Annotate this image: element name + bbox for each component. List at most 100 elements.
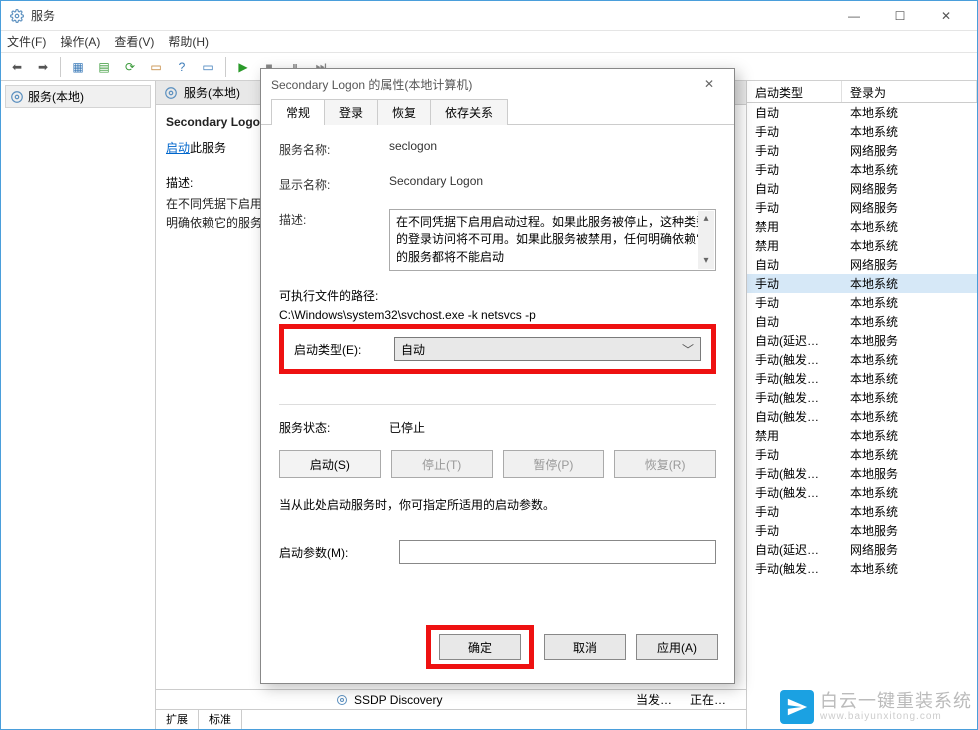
tree-node-services-local[interactable]: 服务(本地) [5, 85, 151, 108]
start-service-button[interactable]: ▶ [231, 56, 255, 78]
table-row[interactable]: 禁用本地系统 [747, 426, 977, 445]
back-button[interactable]: ⬅ [5, 56, 29, 78]
cell-startup-type: 手动 [747, 275, 842, 292]
cell-logon-as: 本地系统 [842, 484, 977, 501]
table-row[interactable]: 手动网络服务 [747, 141, 977, 160]
scrollbar[interactable]: ▴▾ [698, 211, 714, 269]
export-button[interactable]: ▤ [92, 56, 116, 78]
watermark-url: www.baiyunxitong.com [820, 711, 942, 722]
ok-button[interactable]: 确定 [439, 634, 521, 660]
row-running: 正在… [690, 691, 726, 708]
table-row[interactable]: 手动(触发…本地服务 [747, 464, 977, 483]
tree-node-label: 服务(本地) [28, 88, 84, 105]
cell-startup-type: 自动 [747, 313, 842, 330]
start-button[interactable]: 启动(S) [279, 450, 381, 478]
properties-button[interactable]: ▭ [144, 56, 168, 78]
col-startup-type[interactable]: 启动类型 [747, 81, 842, 102]
cell-startup-type: 自动 [747, 104, 842, 121]
table-row[interactable]: 手动(触发…本地系统 [747, 350, 977, 369]
menu-view[interactable]: 查看(V) [114, 33, 154, 50]
cell-logon-as: 网络服务 [842, 256, 977, 273]
table-row[interactable]: 自动(延迟…本地服务 [747, 331, 977, 350]
cell-startup-type: 自动(延迟… [747, 332, 842, 349]
cell-logon-as: 本地系统 [842, 408, 977, 425]
table-row[interactable]: 手动本地系统 [747, 445, 977, 464]
table-row[interactable]: 手动本地系统 [747, 160, 977, 179]
menu-action[interactable]: 操作(A) [60, 33, 100, 50]
table-row[interactable]: 禁用本地系统 [747, 236, 977, 255]
separator [60, 57, 61, 77]
forward-button[interactable]: ➡ [31, 56, 55, 78]
tab-standard[interactable]: 标准 [199, 710, 242, 729]
cell-logon-as: 本地系统 [842, 370, 977, 387]
menu-help[interactable]: 帮助(H) [168, 33, 209, 50]
right-list: 启动类型 登录为 自动本地系统手动本地系统手动网络服务手动本地系统自动网络服务手… [747, 81, 977, 729]
cell-logon-as: 本地系统 [842, 560, 977, 577]
apply-button[interactable]: 应用(A) [636, 634, 718, 660]
col-logon-as[interactable]: 登录为 [842, 81, 977, 102]
cell-startup-type: 手动(触发… [747, 370, 842, 387]
cell-logon-as: 本地系统 [842, 161, 977, 178]
start-service-link[interactable]: 启动 [166, 141, 190, 155]
cell-startup-type: 自动 [747, 180, 842, 197]
table-row[interactable]: 手动本地系统 [747, 122, 977, 141]
close-button[interactable]: ✕ [923, 2, 969, 30]
divider [279, 404, 716, 405]
cell-startup-type: 禁用 [747, 427, 842, 444]
table-row[interactable]: 禁用本地系统 [747, 217, 977, 236]
table-row[interactable]: 自动网络服务 [747, 179, 977, 198]
table-row[interactable]: 手动(触发…本地系统 [747, 483, 977, 502]
table-row[interactable]: 手动(触发…本地系统 [747, 388, 977, 407]
table-row[interactable]: 自动本地系统 [747, 103, 977, 122]
table-row[interactable]: 自动本地系统 [747, 312, 977, 331]
tab-extended[interactable]: 扩展 [156, 710, 199, 729]
menu-file[interactable]: 文件(F) [7, 33, 46, 50]
list-visible-row[interactable]: SSDP Discovery 当发… 正在… [156, 689, 746, 709]
cell-logon-as: 本地系统 [842, 294, 977, 311]
minimize-button[interactable]: — [831, 2, 877, 30]
tab-general[interactable]: 常规 [271, 99, 325, 125]
chevron-down-icon: ﹀ [682, 341, 694, 358]
table-row[interactable]: 手动本地系统 [747, 293, 977, 312]
show-hide-tree-button[interactable]: ▦ [66, 56, 90, 78]
description-textbox[interactable]: 在不同凭据下启用启动过程。如果此服务被停止，这种类型的登录访问将不可用。如果此服… [389, 209, 716, 271]
dialog-title: Secondary Logon 的属性(本地计算机) [271, 76, 694, 93]
tab-recovery[interactable]: 恢复 [377, 99, 431, 125]
table-row[interactable]: 手动本地服务 [747, 521, 977, 540]
cell-startup-type: 手动 [747, 123, 842, 140]
table-row[interactable]: 手动本地系统 [747, 502, 977, 521]
help-button[interactable]: ? [170, 56, 194, 78]
detail-tabs: 扩展 标准 [156, 709, 746, 729]
scroll-up-icon[interactable]: ▴ [698, 211, 714, 227]
start-params-input[interactable] [399, 540, 716, 564]
list-body[interactable]: 自动本地系统手动本地系统手动网络服务手动本地系统自动网络服务手动网络服务禁用本地… [747, 103, 977, 729]
table-row[interactable]: 手动网络服务 [747, 198, 977, 217]
tab-dependencies[interactable]: 依存关系 [430, 99, 508, 125]
table-row[interactable]: 自动(延迟…网络服务 [747, 540, 977, 559]
dialog-close-button[interactable]: ✕ [694, 71, 724, 97]
table-row[interactable]: 自动网络服务 [747, 255, 977, 274]
stop-button: 停止(T) [391, 450, 493, 478]
cancel-button[interactable]: 取消 [544, 634, 626, 660]
help2-button[interactable]: ▭ [196, 56, 220, 78]
table-row[interactable]: 手动(触发…本地系统 [747, 559, 977, 578]
watermark-text: 白云一键重装系统 [820, 692, 972, 712]
refresh-button[interactable]: ⟳ [118, 56, 142, 78]
startup-type-dropdown[interactable]: 自动 ﹀ [394, 337, 701, 361]
cell-startup-type: 手动(触发… [747, 484, 842, 501]
properties-dialog: Secondary Logon 的属性(本地计算机) ✕ 常规 登录 恢复 依存… [260, 68, 735, 684]
cell-startup-type: 禁用 [747, 218, 842, 235]
table-row[interactable]: 手动(触发…本地系统 [747, 369, 977, 388]
scroll-down-icon[interactable]: ▾ [698, 253, 714, 269]
cell-logon-as: 本地服务 [842, 522, 977, 539]
middle-header-label: 服务(本地) [184, 84, 240, 101]
table-row[interactable]: 自动(触发…本地系统 [747, 407, 977, 426]
tab-logon[interactable]: 登录 [324, 99, 378, 125]
description-value: 在不同凭据下启用启动过程。如果此服务被停止，这种类型的登录访问将不可用。如果此服… [396, 215, 708, 264]
maximize-button[interactable]: ☐ [877, 2, 923, 30]
startup-type-value: 自动 [401, 341, 425, 358]
cell-startup-type: 手动 [747, 446, 842, 463]
table-row[interactable]: 手动本地系统 [747, 274, 977, 293]
highlight-ok: 确定 [426, 625, 534, 669]
value-display-name: Secondary Logon [389, 174, 716, 188]
